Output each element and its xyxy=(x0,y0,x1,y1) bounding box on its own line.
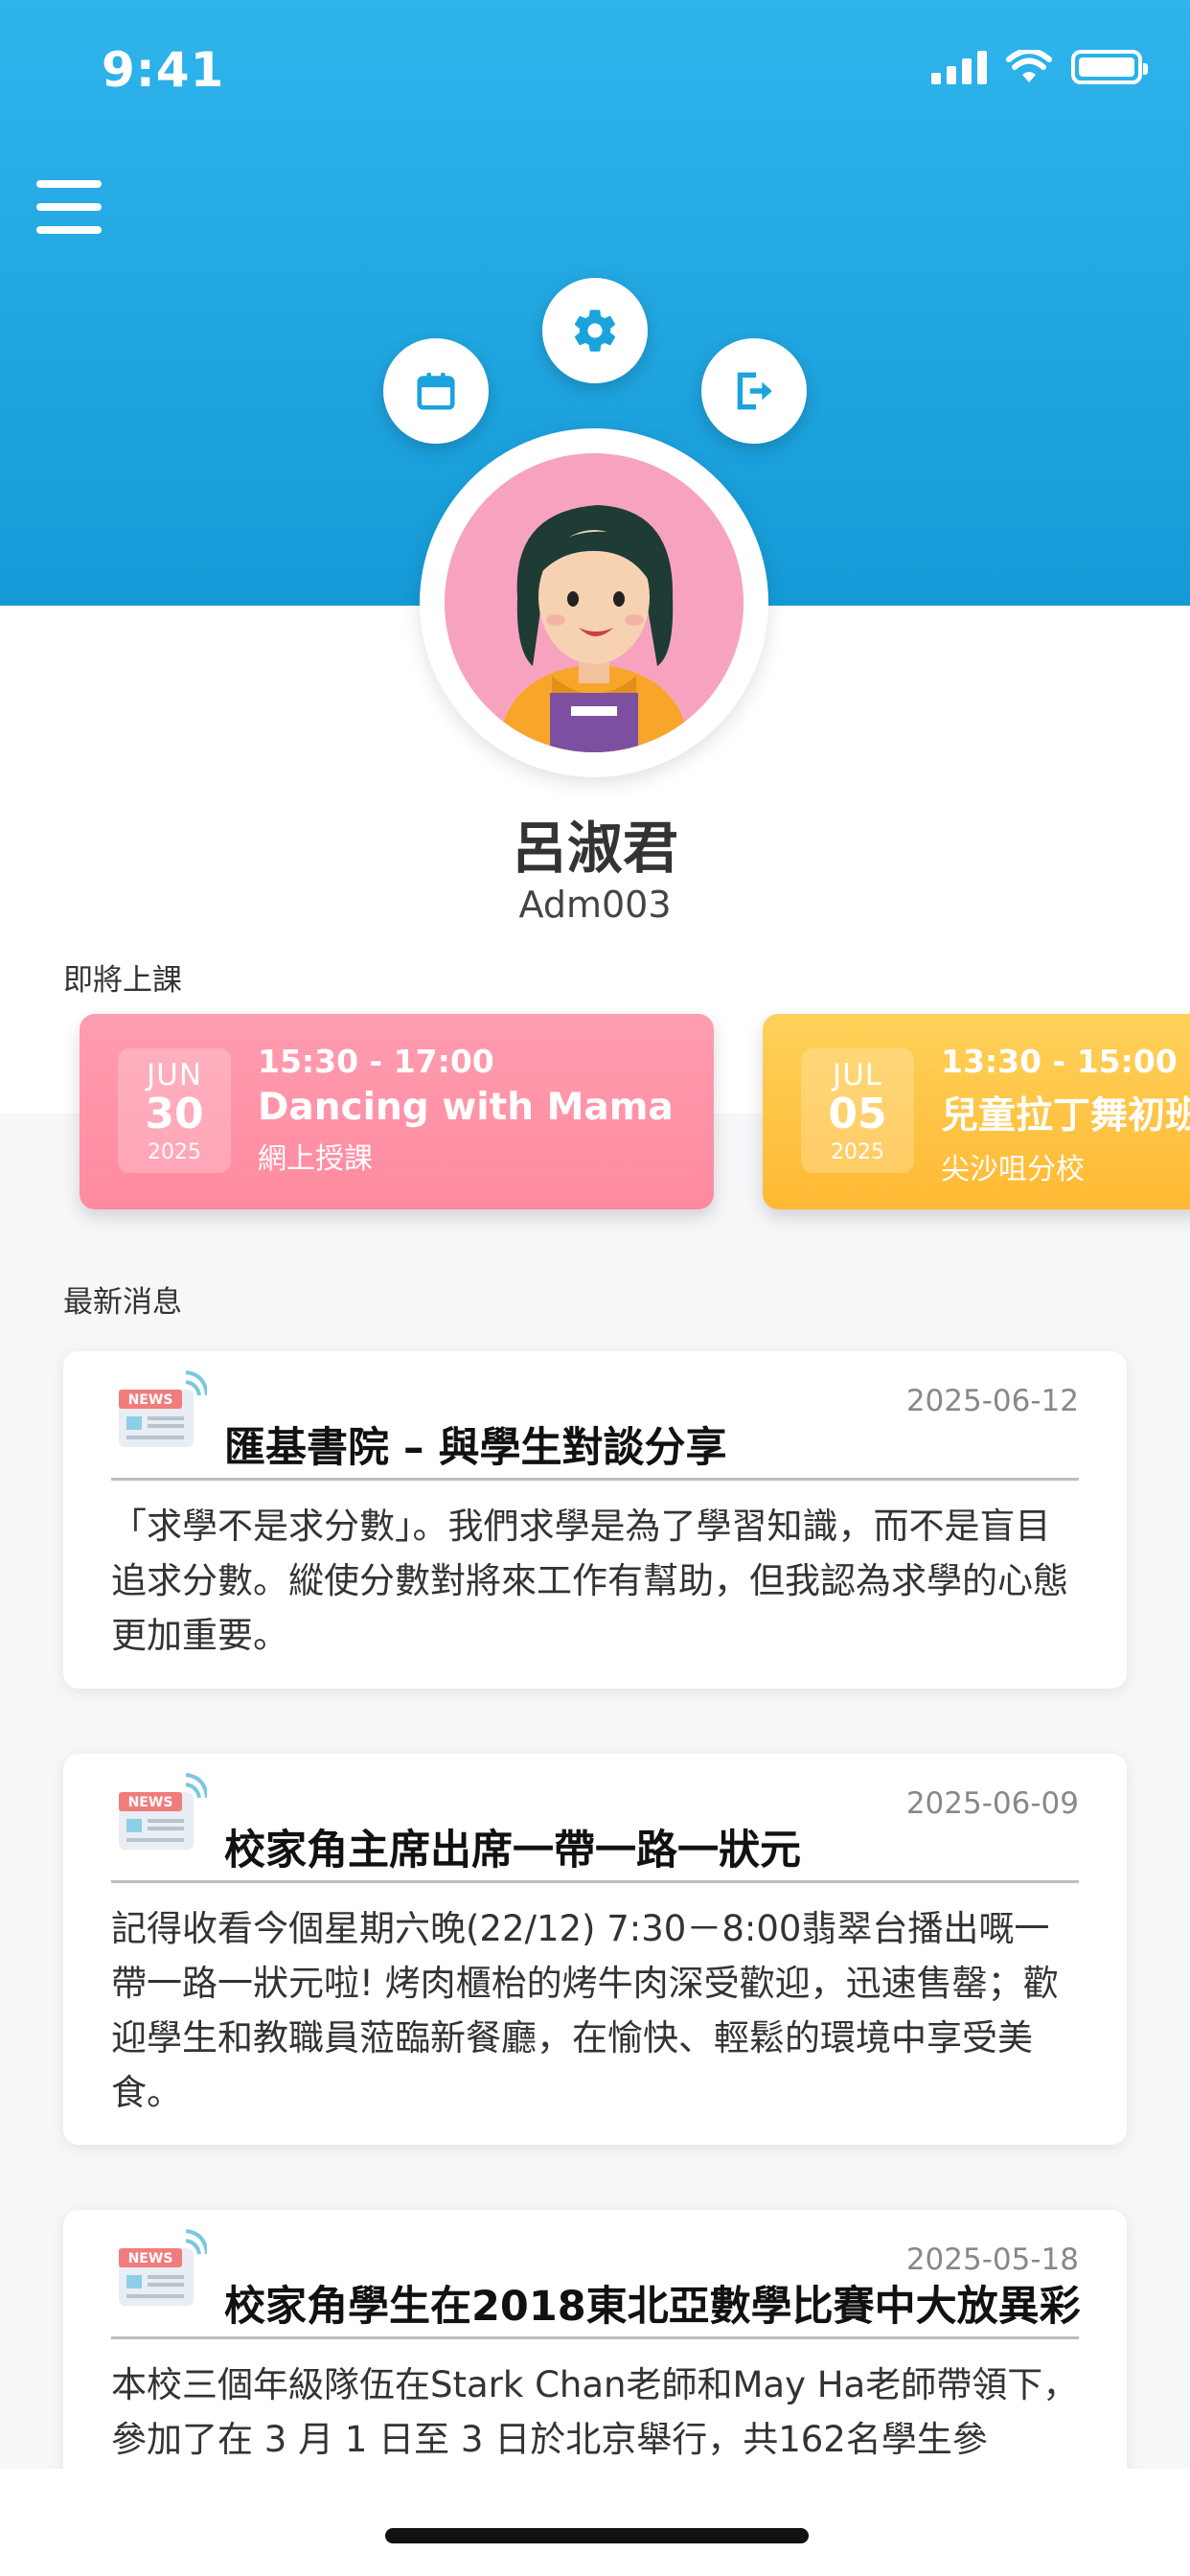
calendar-icon xyxy=(417,372,455,410)
calendar-button[interactable] xyxy=(383,338,489,444)
date-day: 05 xyxy=(828,1090,887,1138)
svg-text:NEWS: NEWS xyxy=(128,1795,173,1810)
date-day: 30 xyxy=(145,1090,204,1138)
menu-button[interactable] xyxy=(36,180,103,234)
user-name: 呂淑君 xyxy=(511,816,678,881)
news-label: 最新消息 xyxy=(63,1285,182,1320)
svg-text:NEWS: NEWS xyxy=(128,2251,173,2266)
class-location: 網上授課 xyxy=(258,1142,373,1176)
news-body: 本校三個年級隊伍在Stark Chan老師和May Ha老師帶領下，參加了在 3… xyxy=(111,2364,1079,2460)
news-icon: NEWS xyxy=(119,2229,207,2306)
upcoming-label: 即將上課 xyxy=(63,963,182,998)
news-title: 校家角學生在2018東北亞數學比賽中大放異彩 xyxy=(224,2283,1081,2331)
app-screen: 9:41 呂淑君 Adm003 即將上課 JUN 30 2025 15:30 -… xyxy=(0,0,1190,2576)
class-card[interactable]: JUN 30 2025 15:30 - 17:00 Dancing with M… xyxy=(80,1014,714,1209)
bottom-safe-area xyxy=(0,2469,1190,2576)
divider xyxy=(111,2336,1079,2339)
signal-icon xyxy=(931,50,987,84)
date-month: JUN xyxy=(146,1058,203,1092)
status-time: 9:41 xyxy=(102,42,225,98)
class-info: 13:30 - 15:00 兒童拉丁舞初班 尖沙咀分校 xyxy=(941,1043,1190,1187)
date-year: 2025 xyxy=(831,1140,884,1164)
news-card[interactable]: NEWS 2025-06-12 匯基書院 – 與學生對談分享 「求學不是求分數」… xyxy=(63,1351,1127,1689)
svg-text:NEWS: NEWS xyxy=(128,1392,173,1408)
news-title: 校家角主席出席一帶一路一狀元 xyxy=(224,1827,801,1874)
class-time: 13:30 - 15:00 xyxy=(941,1043,1178,1080)
class-location: 尖沙咀分校 xyxy=(941,1153,1085,1186)
gear-icon xyxy=(574,310,616,352)
logout-button[interactable] xyxy=(701,338,807,444)
news-icon: NEWS xyxy=(119,1773,207,1850)
class-card[interactable]: JUL 05 2025 13:30 - 15:00 兒童拉丁舞初班 尖沙咀分校 xyxy=(763,1014,1190,1209)
user-id: Adm003 xyxy=(518,884,672,926)
divider xyxy=(111,1880,1079,1883)
class-title: 兒童拉丁舞初班 xyxy=(941,1094,1190,1138)
date-badge: JUN 30 2025 xyxy=(118,1048,231,1173)
date-month: JUL xyxy=(832,1058,883,1092)
battery-icon xyxy=(1071,50,1148,84)
news-body: 「求學不是求分數」。我們求學是為了學習知識，而不是盲目追求分數。縱使分數對將來工… xyxy=(111,1506,1068,1656)
home-indicator[interactable] xyxy=(385,2528,809,2543)
news-icon: NEWS xyxy=(119,1370,207,1447)
news-date: 2025-06-09 xyxy=(905,1786,1079,1821)
news-card[interactable]: NEWS 2025-06-09 校家角主席出席一帶一路一狀元 記得收看今個星期六… xyxy=(63,1754,1127,2145)
avatar[interactable] xyxy=(420,428,768,777)
news-date: 2025-06-12 xyxy=(905,1384,1079,1418)
class-title: Dancing with Mama xyxy=(258,1086,674,1129)
news-title: 匯基書院 – 與學生對談分享 xyxy=(224,1424,727,1472)
wifi-icon xyxy=(1006,50,1052,82)
avatar-image xyxy=(445,453,744,752)
news-body: 記得收看今個星期六晚(22/12) 7:30－8:00翡翠台播出嘅一帶一路一狀元… xyxy=(111,1908,1059,2113)
class-info: 15:30 - 17:00 Dancing with Mama 網上授課 xyxy=(258,1043,674,1177)
logout-icon xyxy=(737,372,772,410)
news-date: 2025-05-18 xyxy=(905,2242,1079,2277)
date-badge: JUL 05 2025 xyxy=(801,1048,914,1173)
class-time: 15:30 - 17:00 xyxy=(258,1043,494,1080)
settings-button[interactable] xyxy=(542,278,648,383)
status-icons xyxy=(931,50,1148,84)
divider xyxy=(111,1478,1079,1481)
date-year: 2025 xyxy=(148,1140,201,1164)
